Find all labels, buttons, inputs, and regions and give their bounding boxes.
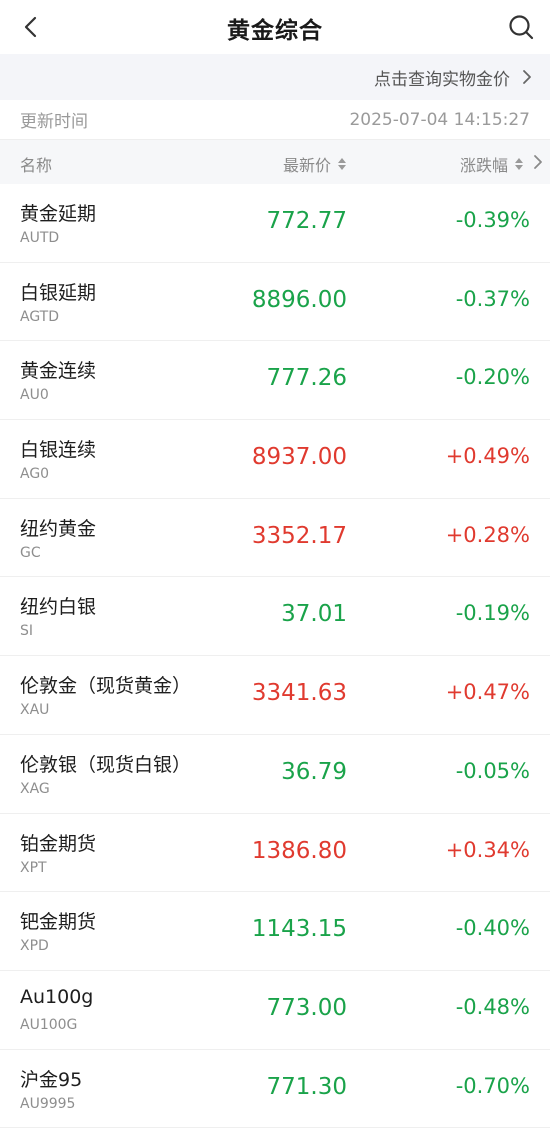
latest-price: 36.79 [281,758,347,785]
table-header: 名称 最新价 涨跌幅 [0,140,550,184]
column-header-price-label: 最新价 [282,156,331,175]
change-percent: +0.49% [445,444,530,469]
quote-row[interactable]: 沪金95 AU9995 771.30 -0.70% [0,1050,550,1128]
quote-list: 黄金延期 AUTD 772.77 -0.39% 白银延期 AGTD 8896.0… [0,184,550,1128]
latest-price: 3341.63 [251,680,347,707]
quote-row[interactable]: 黄金延期 AUTD 772.77 -0.39% [0,184,550,263]
column-header-change-label: 涨跌幅 [459,156,508,175]
instrument-code: AU100G [20,1016,78,1033]
latest-price: 8896.00 [251,286,347,313]
instrument-name: 黄金连续 [20,360,97,383]
quote-row[interactable]: 纽约黄金 GC 3352.17 +0.28% [0,499,550,578]
latest-price: 1143.15 [251,916,347,943]
change-percent: +0.47% [445,680,530,705]
latest-price: 773.00 [266,994,347,1021]
quote-row[interactable]: 伦敦金（现货黄金） XAU 3341.63 +0.47% [0,656,550,735]
instrument-name: 钯金期货 [20,911,97,934]
quote-row[interactable]: Au100g AU100G 773.00 -0.48% [0,971,550,1050]
physical-gold-price-link[interactable]: 点击查询实物金价 [0,54,550,100]
more-columns-chevron-icon[interactable] [532,153,544,171]
search-icon[interactable] [506,12,536,42]
change-percent: -0.70% [455,1073,530,1098]
change-percent: -0.05% [455,758,530,783]
change-percent: +0.28% [445,522,530,547]
instrument-name: 纽约黄金 [20,517,97,540]
instrument-code: AUTD [20,230,60,246]
quote-row[interactable]: 钯金期货 XPD 1143.15 -0.40% [0,892,550,971]
instrument-code: XPT [20,859,47,876]
quote-row[interactable]: 伦敦银（现货白银） XAG 36.79 -0.05% [0,735,550,814]
instrument-code: AGTD [20,308,60,325]
quote-row[interactable]: 白银连续 AG0 8937.00 +0.49% [0,420,550,499]
instrument-name: 铂金期货 [20,832,97,855]
chevron-right-icon [523,70,531,84]
instrument-name: 沪金95 [20,1068,83,1091]
latest-price: 37.01 [281,601,347,628]
instrument-name: 伦敦金（现货黄金） [20,675,192,698]
quote-row[interactable]: 黄金连续 AU0 777.26 -0.20% [0,341,550,421]
instrument-name: 白银延期 [20,281,97,304]
latest-price: 772.77 [266,208,347,234]
instrument-name: 黄金延期 [20,203,97,225]
latest-price: 777.26 [266,365,347,392]
latest-price: 3352.17 [251,522,347,549]
instrument-code: XPD [20,938,49,955]
latest-price: 1386.80 [251,837,347,864]
instrument-code: XAG [20,780,50,797]
instrument-code: AU9995 [20,1095,76,1112]
quote-row[interactable]: 铂金期货 XPT 1386.80 +0.34% [0,814,550,893]
sort-icon [515,158,523,170]
quote-row[interactable]: 白银延期 AGTD 8896.00 -0.37% [0,263,550,342]
banner-text: 点击查询实物金价 [374,69,510,90]
change-percent: -0.40% [455,916,530,941]
instrument-name: 白银连续 [20,439,97,462]
update-time-label: 更新时间 [20,112,88,132]
update-time-value: 2025-07-04 14:15:27 [349,109,530,130]
update-time-row: 更新时间 2025-07-04 14:15:27 [0,100,550,140]
instrument-name: 伦敦银（现货白银） [20,753,192,776]
column-header-price[interactable]: 最新价 [283,152,347,176]
instrument-code: AU0 [20,387,49,404]
top-nav-bar: 黄金综合 [0,0,550,54]
instrument-name: Au100g [20,985,94,1008]
column-header-change[interactable]: 涨跌幅 [460,152,524,176]
instrument-code: XAU [20,702,50,719]
instrument-name: 纽约白银 [20,596,97,619]
page-title: 黄金综合 [227,18,323,44]
latest-price: 771.30 [266,1073,347,1100]
change-percent: -0.39% [455,208,530,232]
instrument-code: GC [20,544,41,561]
change-percent: -0.19% [455,601,530,626]
change-percent: -0.48% [455,994,530,1019]
change-percent: -0.20% [455,365,530,390]
quote-row[interactable]: 纽约白银 SI 37.01 -0.19% [0,577,550,657]
latest-price: 8937.00 [251,444,347,471]
sort-icon [338,158,346,170]
instrument-code: SI [20,623,34,640]
change-percent: -0.37% [455,286,530,311]
instrument-code: AG0 [20,466,50,483]
column-header-name: 名称 [20,156,53,175]
change-percent: +0.34% [445,837,530,862]
